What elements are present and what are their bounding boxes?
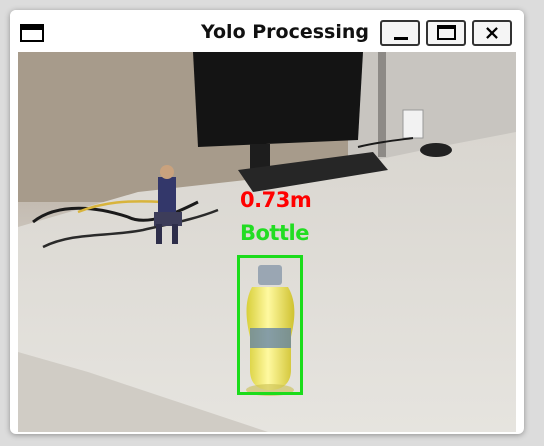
maximize-icon [437, 25, 456, 40]
monitor [193, 52, 363, 147]
window-title: Yolo Processing [200, 21, 369, 43]
router [402, 109, 424, 139]
close-button[interactable] [472, 20, 512, 46]
mouse [420, 143, 452, 157]
distance-label: 0.73m [240, 188, 312, 212]
camera-feed: 0.73m Bottle [18, 52, 516, 432]
detection-bounding-box [237, 255, 303, 395]
minimize-icon [394, 37, 408, 40]
close-icon [486, 27, 498, 39]
maximize-button[interactable] [426, 20, 466, 46]
yolo-window: Yolo Processing 0.73m Bottle [10, 10, 524, 434]
class-label: Bottle [240, 221, 309, 245]
minimize-button[interactable] [380, 20, 420, 46]
title-bar[interactable]: Yolo Processing [10, 10, 524, 54]
